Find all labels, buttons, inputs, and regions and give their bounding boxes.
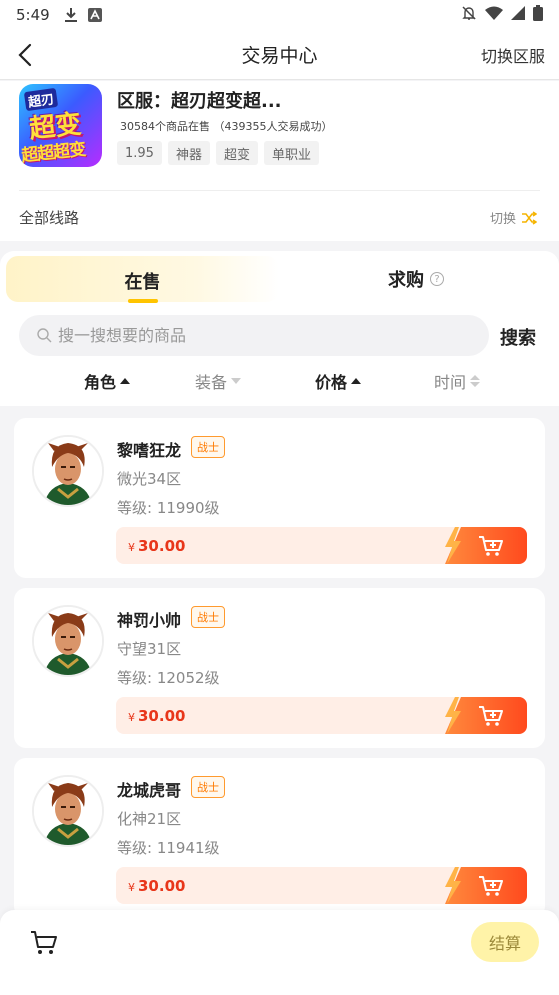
search-box <box>19 315 489 356</box>
game-icon: 超刃 超变 超超超变 <box>19 84 102 167</box>
app-notification-icon <box>87 8 102 22</box>
download-icon <box>64 7 78 23</box>
tab-wanted-label: 求购 <box>388 270 424 291</box>
item-zone: 化神21区 <box>117 810 182 828</box>
shuffle-icon <box>522 210 537 225</box>
class-badge: 战士 <box>191 436 225 458</box>
sort-price[interactable]: 价格 <box>278 369 398 393</box>
search-input[interactable] <box>58 326 458 345</box>
item-price: ¥30.00 <box>128 877 186 895</box>
server-tag: 单职业 <box>263 141 319 165</box>
tab-wanted[interactable]: 求购 ? <box>279 256 553 302</box>
item-name: 黎嗜狂龙 <box>117 441 182 460</box>
battery-icon <box>533 5 543 25</box>
product-card[interactable]: 龙城虎哥 战士 化神21区 等级: 11941级 ¥30.00 <box>14 758 545 918</box>
sort-role[interactable]: 角色 <box>47 369 167 393</box>
switch-server-button[interactable]: 切换区服 <box>481 43 545 67</box>
item-zone: 微光34区 <box>117 470 182 488</box>
price-bar: ¥30.00 <box>116 867 527 904</box>
lightning-icon <box>445 697 461 734</box>
sort-equipment[interactable]: 装备 <box>158 369 278 393</box>
item-zone: 守望31区 <box>117 640 182 658</box>
route-switch-label: 切换 <box>489 212 516 227</box>
character-avatar <box>32 435 104 507</box>
wifi-icon <box>485 6 503 24</box>
sort-up-icon <box>120 378 130 384</box>
back-button[interactable] <box>0 30 50 80</box>
signal-icon <box>511 6 525 24</box>
product-card[interactable]: 黎嗜狂龙 战士 微光34区 等级: 11990级 ¥30.00 <box>14 418 545 578</box>
active-tab-indicator <box>128 299 158 303</box>
cart-button[interactable] <box>30 930 58 960</box>
item-name: 龙城虎哥 <box>117 781 182 800</box>
tab-on-sale-label: 在售 <box>124 272 161 293</box>
product-card[interactable]: 神罚小帅 战士 守望31区 等级: 12052级 ¥30.00 <box>14 588 545 748</box>
class-badge: 战士 <box>191 776 225 798</box>
help-icon[interactable]: ? <box>430 272 444 286</box>
item-price: ¥30.00 <box>128 537 186 555</box>
mute-icon <box>461 5 477 25</box>
item-level: 等级: 11990级 <box>117 499 220 517</box>
search-icon <box>37 328 52 343</box>
server-tag: 超变 <box>215 141 258 165</box>
price-bar: ¥30.00 <box>116 527 527 564</box>
item-level: 等级: 11941级 <box>117 839 220 857</box>
route-label: 全部线路 <box>19 209 80 227</box>
item-level: 等级: 12052级 <box>117 669 220 687</box>
status-time: 5:49 <box>16 6 50 24</box>
price-bar: ¥30.00 <box>116 697 527 734</box>
trade-panel: 在售 求购 ? 搜索 角色 装备 价格 时间 <box>0 251 559 406</box>
server-tags: 1.95 神器 超变 单职业 <box>117 141 319 165</box>
sort-down-icon <box>231 378 241 384</box>
sort-up-icon <box>351 378 361 384</box>
page-title: 交易中心 <box>241 45 318 67</box>
item-price: ¥30.00 <box>128 707 186 725</box>
server-tag: 1.95 <box>117 141 162 165</box>
tab-on-sale[interactable]: 在售 <box>6 256 279 303</box>
sort-bar: 角色 装备 价格 时间 <box>0 369 559 399</box>
cart-icon <box>31 931 57 954</box>
item-name: 神罚小帅 <box>117 611 182 630</box>
back-arrow-icon <box>18 43 32 66</box>
cart-add-icon <box>479 705 503 726</box>
nav-bar: 交易中心 切换区服 <box>0 30 559 80</box>
checkout-button[interactable]: 结算 <box>471 922 539 962</box>
lightning-icon <box>445 527 461 564</box>
character-avatar <box>32 605 104 677</box>
lightning-icon <box>445 867 461 904</box>
server-card: 超刃 超变 超超超变 区服：超刃超变超... 30584个商品在售 （43935… <box>0 81 559 241</box>
server-tag: 神器 <box>167 141 210 165</box>
route-switch-button[interactable]: 切换 <box>490 208 537 227</box>
sort-time[interactable]: 时间 <box>397 369 517 393</box>
bottom-bar: 结算 <box>0 910 559 995</box>
server-stats: 30584个商品在售 （439355人交易成功） <box>120 120 333 133</box>
server-name: 区服：超刃超变超... <box>117 91 282 112</box>
search-button[interactable]: 搜索 <box>500 324 536 350</box>
divider <box>19 190 540 191</box>
cart-add-icon <box>479 535 503 556</box>
sort-both-icon <box>470 375 480 387</box>
character-avatar <box>32 775 104 847</box>
status-bar: 5:49 <box>0 0 559 30</box>
class-badge: 战士 <box>191 606 225 628</box>
cart-add-icon <box>479 875 503 896</box>
